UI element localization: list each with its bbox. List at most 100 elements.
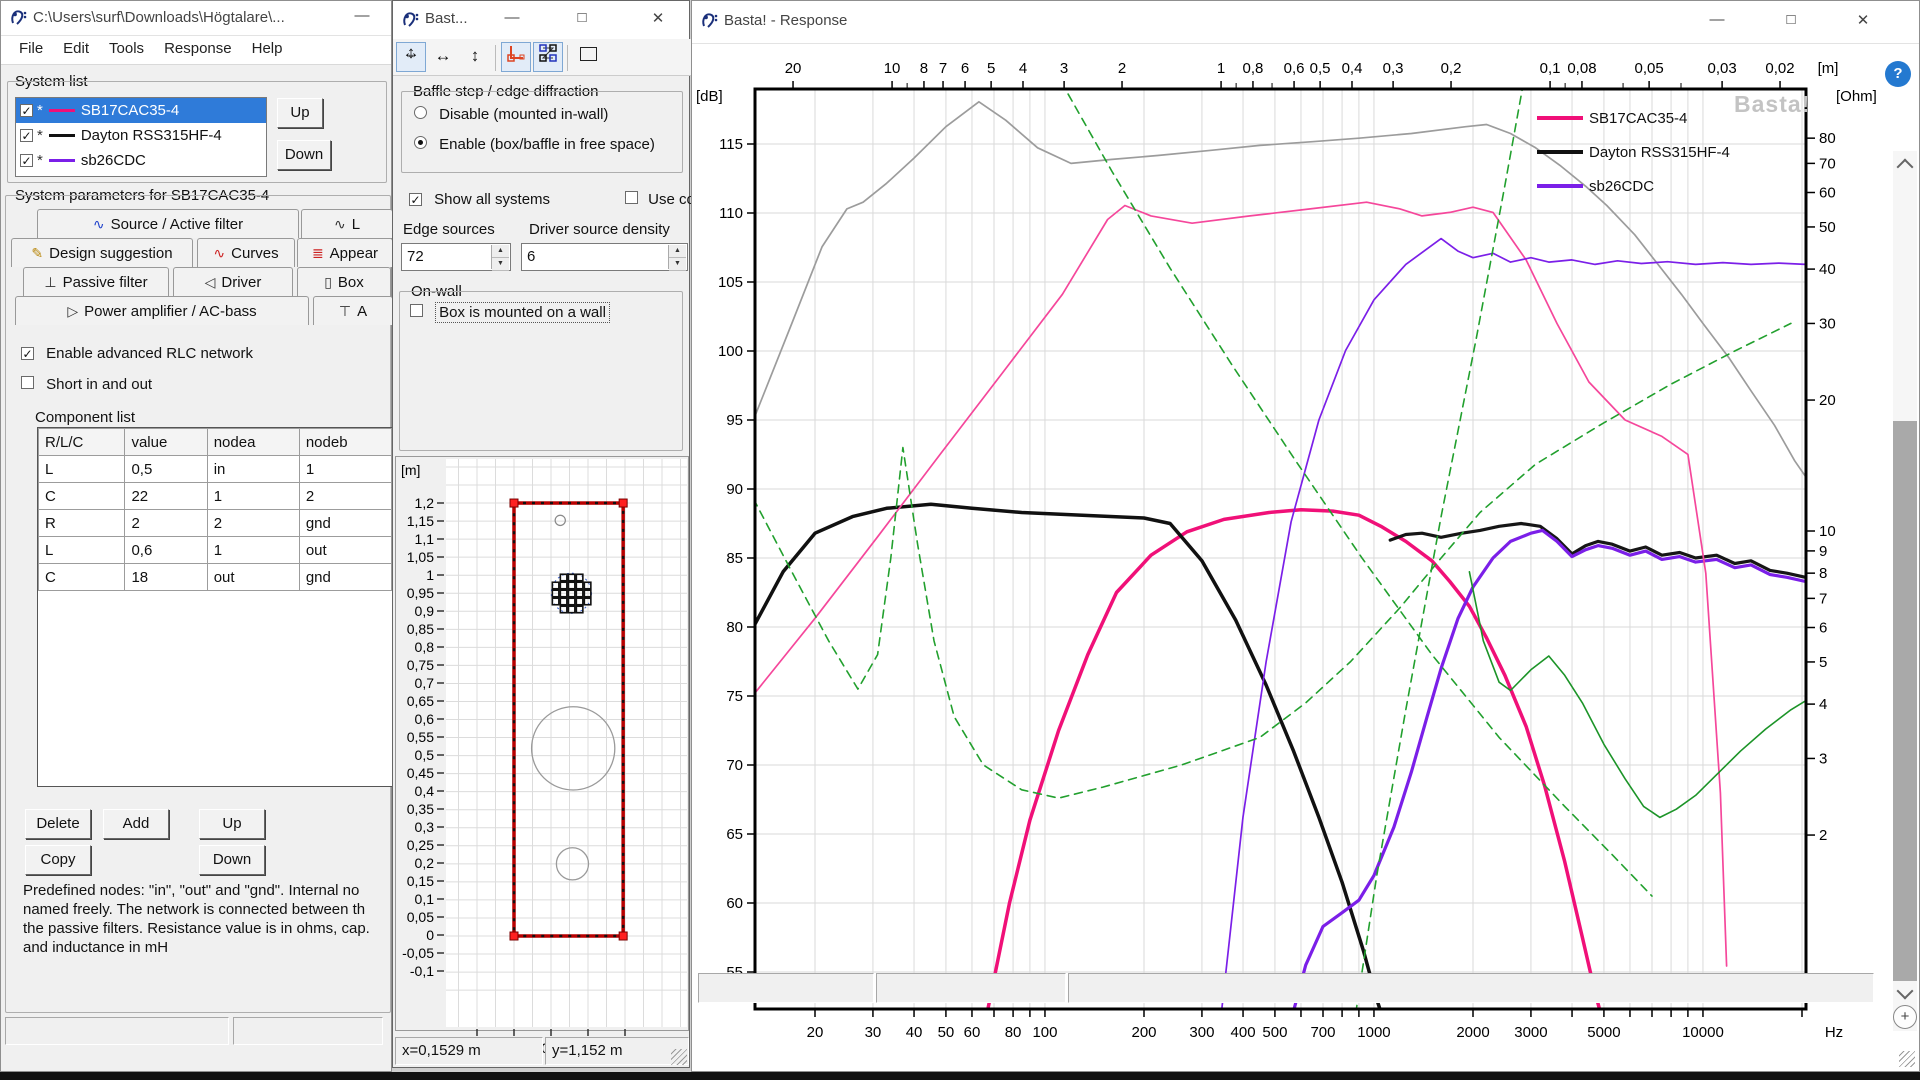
component-cell[interactable]: 1 (206, 482, 300, 510)
component-cell[interactable]: L (38, 455, 126, 483)
component-cell[interactable]: 1 (206, 536, 300, 564)
response-maximize-button[interactable]: □ (1778, 11, 1804, 28)
box-mounted-checkbox[interactable] (410, 304, 423, 317)
disable-radio[interactable] (414, 106, 427, 119)
show-all-systems-checkbox[interactable]: ✓ (409, 193, 422, 206)
up-button[interactable]: Up (199, 809, 265, 839)
main-titlebar[interactable]: C:\Users\surf\Downloads\Högtalare\... — (1, 1, 391, 36)
system-list-item[interactable]: ✓ * SB17CAC35-4 (16, 98, 266, 123)
vertical-resize-icon[interactable]: ↕ (460, 42, 490, 72)
tab-design-suggestion[interactable]: ✎ Design suggestion (11, 238, 193, 267)
menu-item-edit[interactable]: Edit (53, 36, 99, 61)
component-cell[interactable]: in (206, 455, 300, 483)
enable-radio-row[interactable]: Enable (box/baffle in free space) (414, 136, 655, 153)
component-cell[interactable]: 2 (124, 509, 208, 537)
system-listbox[interactable]: ✓ * SB17CAC35-4 ✓ * Dayton RSS315HF-4 ✓ * sb26CD… (15, 97, 267, 177)
move-icon[interactable]: ↔ ↕ (396, 42, 426, 72)
use-con-row[interactable]: Use con (625, 191, 691, 208)
baffle-plot-panel[interactable] (395, 456, 689, 1031)
use-con-checkbox[interactable] (625, 191, 638, 204)
tab-driver[interactable]: ◁ Driver (173, 267, 293, 296)
baffle-titlebar[interactable]: Bast... — □ ✕ (393, 1, 689, 40)
disable-radio-row[interactable]: Disable (mounted in-wall) (414, 106, 608, 123)
tab-passive-filter[interactable]: ⊥ Passive filter (23, 267, 169, 296)
response-minimize-button[interactable]: — (1704, 11, 1730, 28)
component-cell[interactable]: R (38, 509, 126, 537)
system-checkbox[interactable]: ✓ (20, 154, 33, 167)
component-cell[interactable]: C (38, 482, 126, 510)
component-cell[interactable]: 1 (298, 455, 392, 483)
component-cell[interactable]: L (38, 536, 126, 564)
component-cell[interactable]: 18 (124, 563, 208, 591)
component-row[interactable]: L 0,5 in 1 (38, 455, 392, 483)
origin-axes-icon[interactable] (501, 42, 531, 72)
baffle-maximize-button[interactable]: □ (569, 9, 595, 26)
component-row[interactable]: R 2 2 gnd (38, 509, 392, 537)
enable-radio[interactable] (414, 136, 427, 149)
component-cell[interactable]: out (298, 536, 392, 564)
taskbar-sliver[interactable] (0, 1072, 1920, 1080)
driver-density-spinner[interactable]: 6 ▲ ▼ (521, 243, 688, 271)
short-checkbox[interactable] (21, 376, 34, 389)
component-cell[interactable]: 0,6 (124, 536, 208, 564)
edge-sources-value[interactable]: 72 (407, 248, 424, 265)
component-cell[interactable]: 0,5 (124, 455, 208, 483)
tab-source-active-filter[interactable]: ∿ Source / Active filter (37, 209, 299, 238)
tab-power-amplifier-ac-bass[interactable]: ▷ Power amplifier / AC-bass (15, 296, 309, 325)
response-titlebar[interactable]: Basta! - Response — □ ✕ (692, 1, 1919, 44)
tab-a[interactable]: ⊤ A (313, 296, 393, 325)
copy-button[interactable]: Copy (25, 845, 91, 875)
node-grid-icon[interactable] (533, 42, 563, 72)
component-row[interactable]: C 18 out gnd (38, 563, 392, 591)
add-button[interactable]: Add (103, 809, 169, 839)
chart-vertical-scrollbar[interactable]: + (1893, 151, 1917, 1031)
short-checkbox-row[interactable]: Short in and out (21, 376, 152, 393)
delete-button[interactable]: Delete (25, 809, 91, 839)
component-cell[interactable]: C (38, 563, 126, 591)
spin-up-icon[interactable]: ▲ (492, 245, 509, 258)
tab-l[interactable]: ∿ L (301, 209, 393, 238)
main-minimize-button[interactable]: — (349, 7, 375, 24)
zoom-plus-icon[interactable]: + (1893, 1005, 1917, 1029)
spin-down-icon[interactable]: ▼ (492, 258, 509, 271)
rlc-checkbox-row[interactable]: ✓ Enable advanced RLC network (21, 345, 253, 362)
component-cell[interactable]: gnd (298, 509, 392, 537)
response-close-button[interactable]: ✕ (1850, 11, 1876, 29)
scroll-up-icon[interactable] (1896, 158, 1914, 176)
baffle-minimize-button[interactable]: — (499, 9, 525, 26)
menu-item-response[interactable]: Response (154, 36, 242, 61)
system-down-button[interactable]: Down (277, 140, 331, 170)
baffle-resize-grip[interactable] (671, 1049, 687, 1065)
component-cell[interactable]: 22 (124, 482, 208, 510)
box-mounted-row[interactable]: Box is mounted on a wall (410, 302, 610, 323)
system-list-item[interactable]: ✓ * sb26CDC (16, 148, 266, 173)
tab-appear[interactable]: ≣ Appear (297, 238, 393, 267)
rlc-checkbox[interactable]: ✓ (21, 347, 34, 360)
scroll-down-icon[interactable] (1896, 982, 1914, 1000)
component-cell[interactable]: out (206, 563, 300, 591)
show-all-systems-row[interactable]: ✓ Show all systems (409, 191, 550, 208)
resize-grip[interactable] (1899, 1051, 1915, 1067)
system-up-button[interactable]: Up (277, 98, 323, 128)
component-cell[interactable]: gnd (298, 563, 392, 591)
component-table-container[interactable]: R/L/C value nodea nodeb L 0,5 in 1 C 22 1 2 R 2 2 gnd L 0… (37, 427, 393, 787)
menu-item-file[interactable]: File (9, 36, 53, 61)
spin-up-icon[interactable]: ▲ (669, 245, 686, 258)
system-checkbox[interactable]: ✓ (20, 129, 33, 142)
down-button[interactable]: Down (199, 845, 265, 875)
scrollbar-thumb[interactable] (1893, 421, 1917, 981)
component-cell[interactable]: 2 (206, 509, 300, 537)
driver-density-value[interactable]: 6 (527, 248, 535, 265)
tab-curves[interactable]: ∿ Curves (197, 238, 295, 267)
baffle-close-button[interactable]: ✕ (645, 9, 671, 27)
edge-sources-spinner[interactable]: 72 ▲ ▼ (401, 243, 511, 271)
horizontal-resize-icon[interactable]: ↔ (428, 42, 458, 72)
component-cell[interactable]: 2 (298, 482, 392, 510)
help-icon[interactable]: ? (1885, 61, 1911, 87)
system-checkbox[interactable]: ✓ (20, 104, 33, 117)
component-row[interactable]: C 22 1 2 (38, 482, 392, 510)
tab-box[interactable]: ▯ Box (297, 267, 391, 296)
component-row[interactable]: L 0,6 1 out (38, 536, 392, 564)
system-list-item[interactable]: ✓ * Dayton RSS315HF-4 (16, 123, 266, 148)
rectangle-icon[interactable] (573, 42, 603, 72)
